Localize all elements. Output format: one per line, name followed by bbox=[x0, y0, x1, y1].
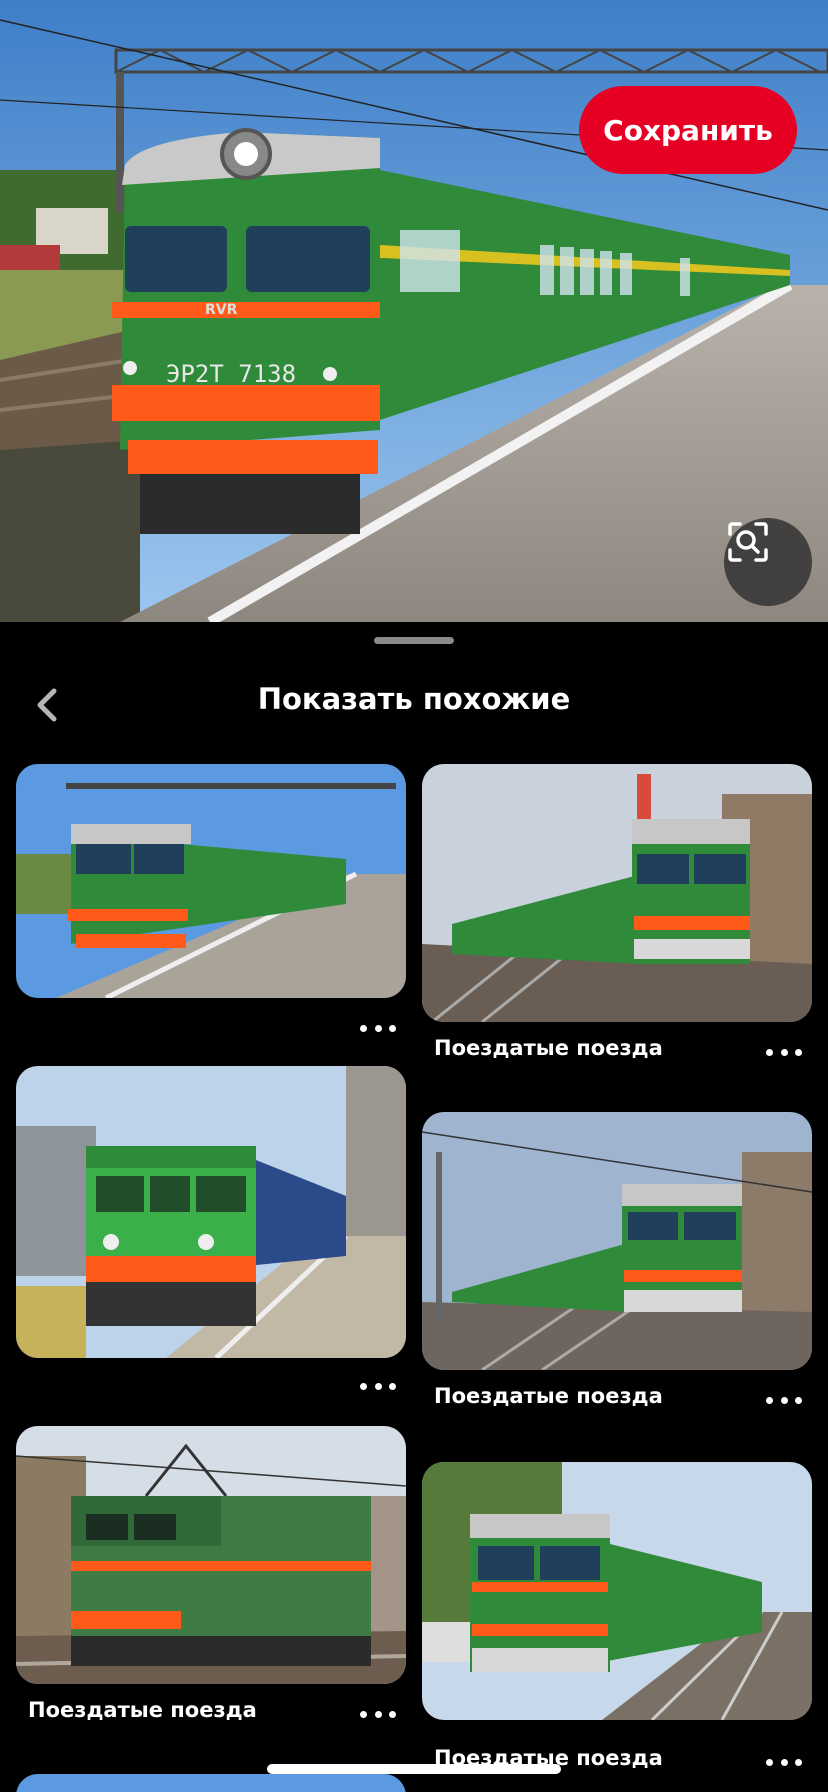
pin-card[interactable] bbox=[16, 1774, 406, 1792]
more-options-button[interactable] bbox=[360, 1018, 396, 1038]
pin-hero-image[interactable]: ЭР2Т 7138 RVR Сохранить bbox=[0, 0, 828, 622]
pin-image[interactable] bbox=[16, 764, 406, 998]
home-indicator[interactable] bbox=[267, 1764, 561, 1774]
pin-caption[interactable]: Поездатые поезда bbox=[434, 1036, 663, 1060]
pin-caption[interactable]: Поездатые поезда bbox=[28, 1698, 257, 1722]
pin-image[interactable] bbox=[16, 1066, 406, 1358]
pin-card[interactable]: Поездатые поезда bbox=[422, 1462, 812, 1770]
pin-card[interactable]: Поездатые поезда bbox=[422, 1112, 812, 1412]
train-brand-text: RVR bbox=[205, 302, 238, 318]
more-options-button[interactable] bbox=[766, 1390, 802, 1410]
visual-search-icon bbox=[728, 522, 768, 562]
more-options-button[interactable] bbox=[766, 1752, 802, 1772]
pin-card[interactable] bbox=[16, 764, 406, 1032]
pin-image[interactable] bbox=[422, 764, 812, 1022]
pin-card[interactable]: Поездатые поезда bbox=[16, 1426, 406, 1726]
visual-search-button[interactable] bbox=[724, 518, 812, 606]
pin-image[interactable] bbox=[422, 1462, 812, 1720]
sheet-title: Показать похожие bbox=[257, 682, 571, 716]
sheet-drag-handle[interactable] bbox=[374, 637, 454, 644]
train-number-text: ЭР2Т 7138 bbox=[166, 360, 296, 388]
pin-image[interactable] bbox=[16, 1426, 406, 1684]
pin-card[interactable] bbox=[16, 1066, 406, 1396]
pin-card[interactable]: Поездатые поезда bbox=[422, 764, 812, 1064]
pin-image[interactable] bbox=[422, 1112, 812, 1370]
save-button[interactable]: Сохранить bbox=[579, 86, 797, 174]
more-options-button[interactable] bbox=[360, 1376, 396, 1396]
more-options-button[interactable] bbox=[766, 1042, 802, 1062]
pin-caption[interactable]: Поездатые поезда bbox=[434, 1384, 663, 1408]
more-options-button[interactable] bbox=[360, 1704, 396, 1724]
pin-image[interactable] bbox=[16, 1774, 406, 1792]
